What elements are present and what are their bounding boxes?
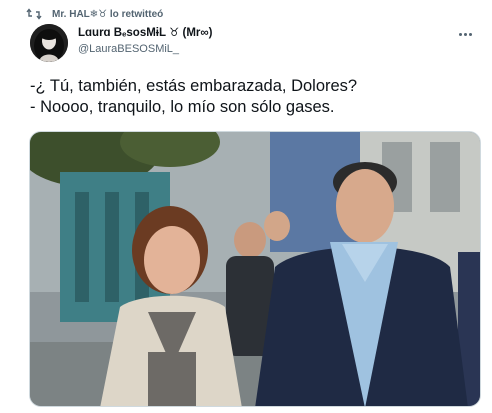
avatar-portrait-icon bbox=[30, 24, 68, 62]
tweet-text: -¿ Tú, también, estás embarazada, Dolore… bbox=[30, 76, 470, 118]
retweet-text: Mr. HAL❄︎♉ lo retwitteó bbox=[52, 8, 164, 20]
more-options-icon[interactable] bbox=[454, 26, 476, 42]
tweet-text-line: -¿ Tú, también, estás embarazada, Dolore… bbox=[30, 77, 358, 95]
photo-two-people-walking-icon bbox=[30, 132, 480, 406]
user-handle[interactable]: @LauraBESOSMiL_ bbox=[78, 42, 438, 57]
tweet-text-line: - Noooo, tranquilo, lo mío son sólo gase… bbox=[30, 98, 335, 116]
avatar[interactable] bbox=[30, 24, 68, 62]
tweet-header: Lɑurɑ BₑsosMɨL ♉ (Mr∞) @LauraBESOSMiL_ bbox=[78, 26, 438, 57]
display-name[interactable]: Lɑurɑ BₑsosMɨL ♉ (Mr∞) bbox=[78, 26, 438, 40]
retweet-icon bbox=[26, 7, 42, 21]
retweet-context[interactable]: Mr. HAL❄︎♉ lo retwitteó bbox=[26, 6, 163, 22]
tweet-photo[interactable] bbox=[29, 131, 481, 407]
